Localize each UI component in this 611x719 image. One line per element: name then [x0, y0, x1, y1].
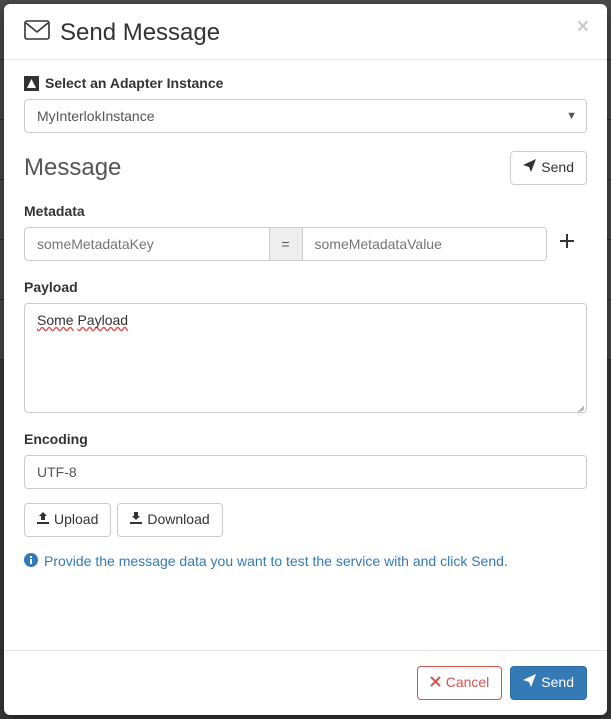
encoding-input[interactable] — [24, 455, 587, 489]
payload-word-1: Some — [37, 312, 74, 328]
modal-title-text: Send Message — [60, 19, 220, 47]
send-message-modal: Send Message × Select an Adapter Instanc… — [4, 4, 607, 715]
encoding-label: Encoding — [24, 431, 587, 447]
cancel-button[interactable]: Cancel — [417, 666, 503, 700]
cancel-button-label: Cancel — [446, 673, 490, 693]
send-button-top[interactable]: Send — [510, 151, 587, 185]
payload-word-2: Payload — [77, 312, 128, 328]
metadata-key-input[interactable] — [24, 227, 270, 261]
info-line: Provide the message data you want to tes… — [24, 553, 587, 570]
close-icon[interactable]: × — [577, 16, 589, 37]
download-button-label: Download — [147, 510, 209, 530]
modal-body: Select an Adapter Instance MyInterlokIns… — [4, 60, 607, 650]
payload-label: Payload — [24, 279, 587, 295]
message-heading-row: Message Send — [24, 151, 587, 185]
upload-button[interactable]: Upload — [24, 503, 111, 537]
modal-footer: Cancel Send — [4, 650, 607, 715]
adapter-icon — [24, 76, 39, 91]
send-button[interactable]: Send — [510, 666, 587, 700]
resize-handle-icon[interactable] — [574, 400, 584, 410]
upload-download-row: Upload Download — [24, 503, 587, 537]
send-button-label: Send — [541, 673, 574, 693]
paper-plane-icon — [523, 673, 536, 693]
modal-title: Send Message — [24, 19, 220, 47]
metadata-row: = — [24, 227, 587, 261]
equals-separator: = — [270, 227, 302, 261]
x-icon — [430, 673, 441, 693]
envelope-icon — [24, 19, 50, 47]
modal-header: Send Message × — [4, 4, 607, 60]
upload-icon — [37, 510, 49, 530]
info-text: Provide the message data you want to tes… — [44, 553, 508, 569]
metadata-value-input[interactable] — [302, 227, 548, 261]
paper-plane-icon — [523, 158, 536, 178]
adapter-select[interactable]: MyInterlokInstance — [24, 99, 587, 133]
download-icon — [130, 510, 142, 530]
adapter-select-wrap: MyInterlokInstance ▼ — [24, 99, 587, 133]
adapter-label-text: Select an Adapter Instance — [45, 75, 223, 91]
info-icon — [24, 553, 38, 570]
adapter-section-label: Select an Adapter Instance — [24, 75, 587, 91]
add-metadata-icon[interactable] — [547, 234, 587, 253]
metadata-label: Metadata — [24, 203, 587, 219]
payload-textarea[interactable]: Some Payload — [24, 303, 587, 413]
download-button[interactable]: Download — [117, 503, 222, 537]
message-heading: Message — [24, 154, 121, 182]
send-button-top-label: Send — [541, 158, 574, 178]
upload-button-label: Upload — [54, 510, 98, 530]
